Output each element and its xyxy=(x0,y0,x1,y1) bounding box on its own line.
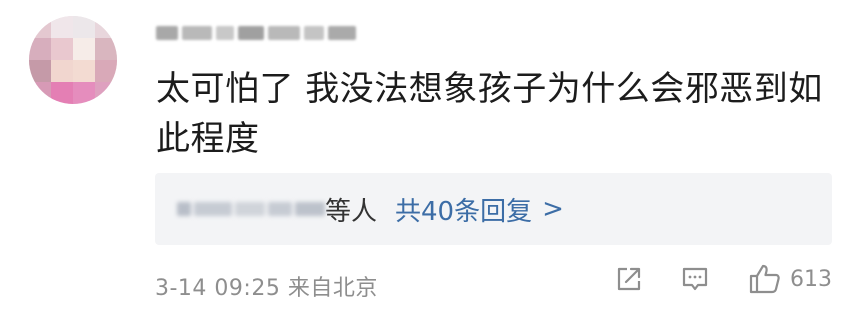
comment-meta: 3-14 09:25 来自北京 xyxy=(155,276,378,301)
avatar[interactable] xyxy=(29,16,117,104)
reply-count-label: 共40条回复 xyxy=(395,196,533,227)
like-button[interactable]: 613 xyxy=(748,263,832,295)
comment-icon xyxy=(682,267,708,291)
comment-text: 太可怕了 我没法想象孩子为什么会邪恶到如此程度 xyxy=(156,69,823,159)
share-button[interactable] xyxy=(614,264,644,294)
comment-actions: 613 xyxy=(614,263,832,295)
reply-usernames xyxy=(177,197,325,221)
reply-count-link[interactable]: 共40条回复 > xyxy=(395,191,564,228)
chevron-right-icon: > xyxy=(542,194,564,224)
share-icon xyxy=(617,267,641,291)
reply-suffix: 等人 xyxy=(325,196,378,227)
username[interactable] xyxy=(156,18,356,48)
thumbs-up-icon xyxy=(749,264,780,294)
comment-button[interactable] xyxy=(680,264,710,294)
reply-summary[interactable]: 等人 共40条回复 > xyxy=(155,173,832,245)
like-count: 613 xyxy=(790,266,832,292)
